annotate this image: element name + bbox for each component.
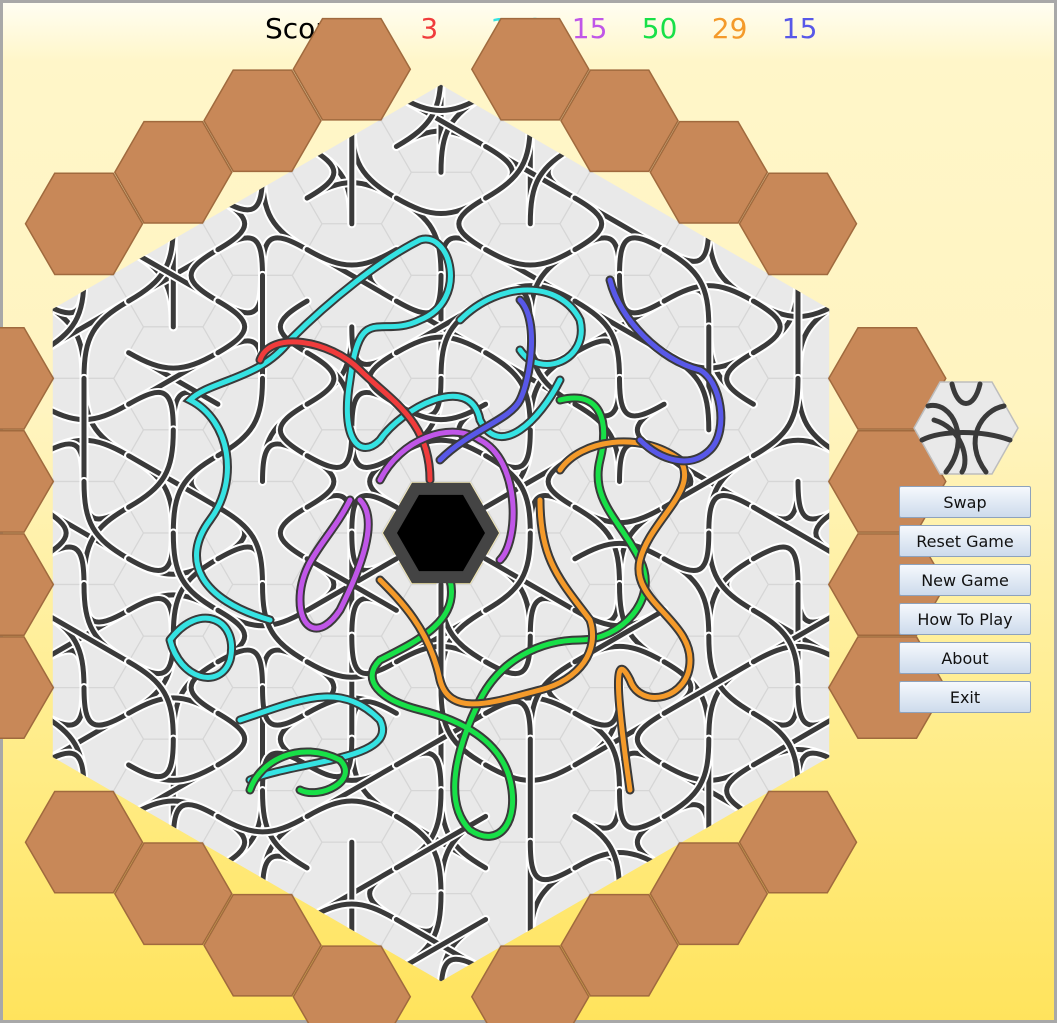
swap-button[interactable]: Swap <box>899 486 1031 518</box>
new-game-button[interactable]: New Game <box>899 564 1031 596</box>
next-tile-preview[interactable] <box>912 380 1020 476</box>
about-button[interactable]: About <box>899 642 1031 674</box>
border-tile <box>0 327 55 430</box>
border-tile <box>0 430 55 533</box>
border-tile <box>0 636 55 739</box>
exit-button[interactable]: Exit <box>899 681 1031 713</box>
border-tile <box>0 533 55 636</box>
how-to-play-button[interactable]: How To Play <box>899 603 1031 635</box>
reset-game-button[interactable]: Reset Game <box>899 525 1031 557</box>
